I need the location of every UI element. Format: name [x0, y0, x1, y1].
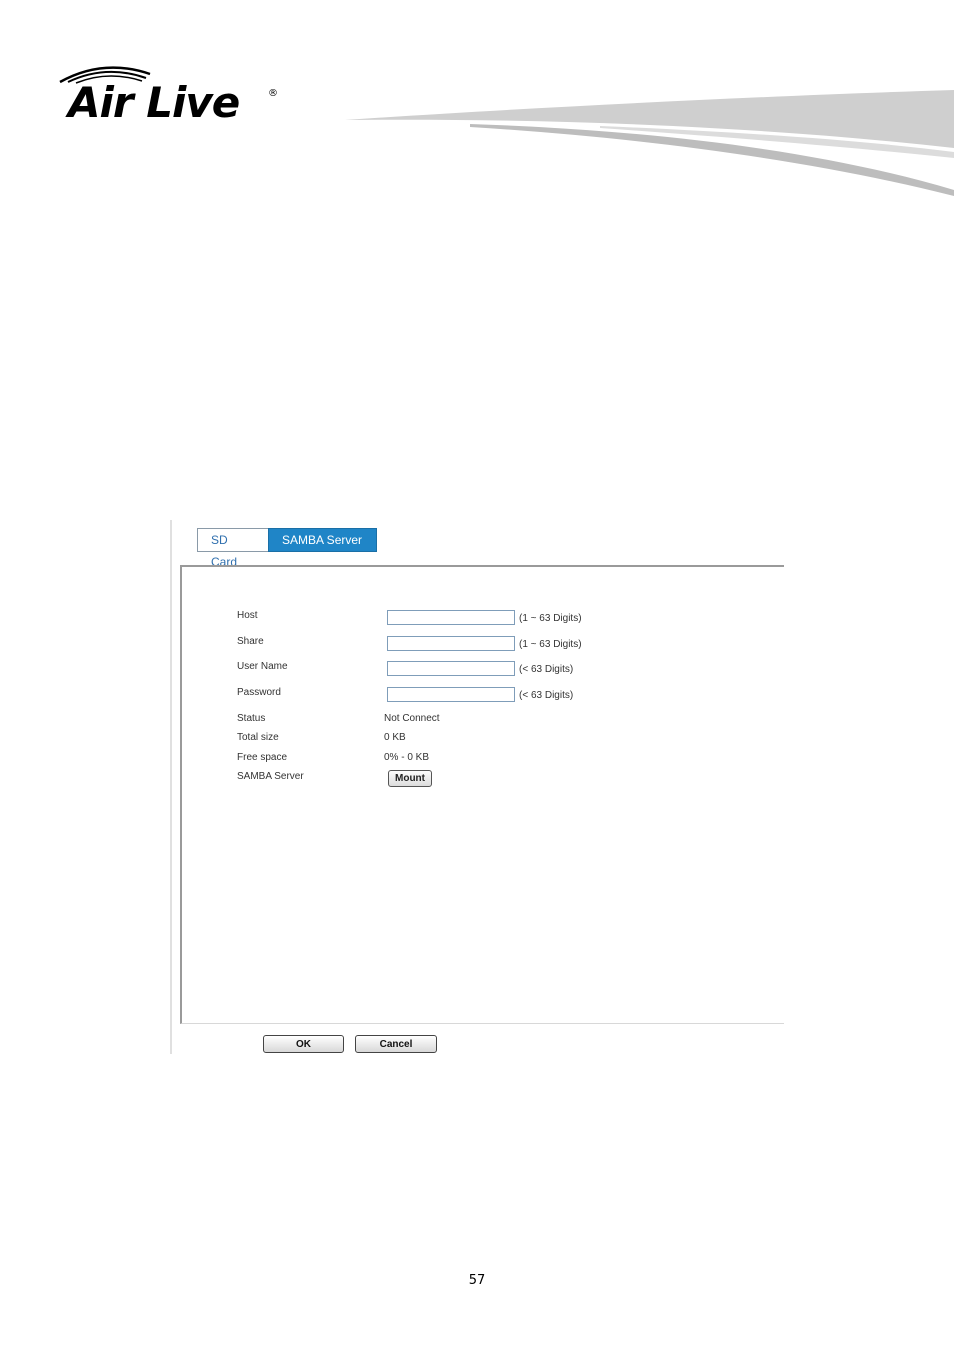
cancel-button[interactable]: Cancel [355, 1035, 437, 1053]
ok-button[interactable]: OK [263, 1035, 344, 1053]
total-size-label: Total size [237, 732, 279, 743]
free-space-label: Free space [237, 752, 288, 763]
share-input[interactable] [387, 636, 515, 651]
share-label: Share [237, 636, 264, 647]
mount-button[interactable]: Mount [388, 770, 432, 787]
settings-panel: Host (1 ~ 63 Digits) Share (1 ~ 63 Digit… [180, 565, 784, 1024]
status-label: Status [237, 713, 266, 724]
tab-sd-card[interactable]: SD Card [197, 528, 268, 569]
host-label: Host [237, 610, 258, 621]
tab-samba-server[interactable]: SAMBA Server [268, 528, 377, 552]
host-input[interactable] [387, 610, 515, 625]
password-label: Password [237, 687, 281, 698]
total-size-value: 0 KB [384, 732, 406, 743]
samba-server-label: SAMBA Server [237, 771, 304, 782]
host-hint: (1 ~ 63 Digits) [519, 613, 582, 624]
frame-border [170, 520, 172, 1054]
share-hint: (1 ~ 63 Digits) [519, 639, 582, 650]
free-space-value: 0% - 0 KB [384, 752, 430, 763]
username-label: User Name [237, 661, 288, 672]
password-input[interactable] [387, 687, 515, 702]
username-input[interactable] [387, 661, 515, 676]
username-hint: (< 63 Digits) [519, 664, 574, 675]
header-swoosh [345, 90, 954, 196]
tab-bar: SD Card SAMBA Server [197, 528, 377, 569]
page-number: 57 [468, 1273, 486, 1288]
status-value: Not Connect [384, 713, 440, 724]
password-hint: (< 63 Digits) [519, 690, 574, 701]
samba-settings-screenshot: SD Card SAMBA Server Host (1 ~ 63 Digits… [170, 520, 784, 1054]
